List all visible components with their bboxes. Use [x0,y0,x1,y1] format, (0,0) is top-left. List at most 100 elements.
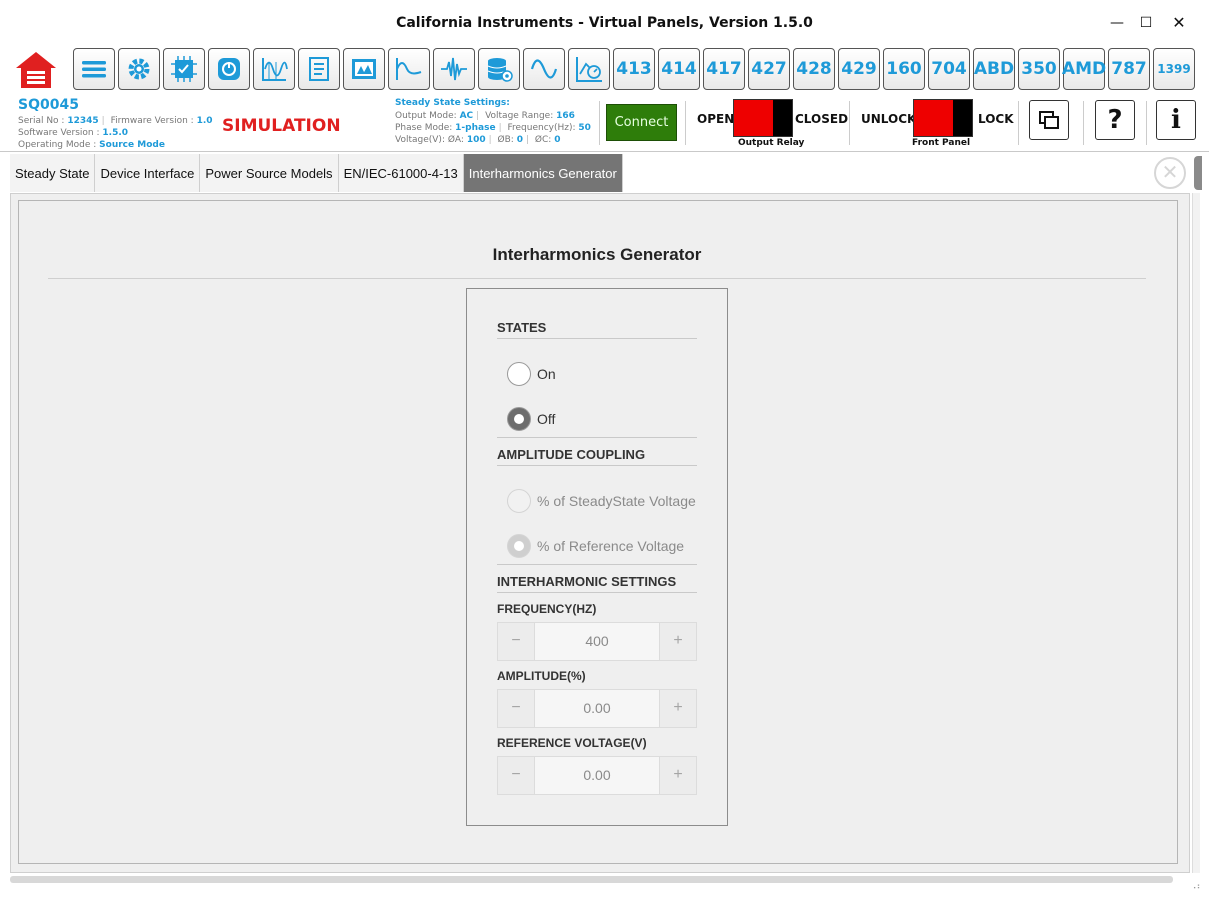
close-window-button[interactable]: ✕ [1166,12,1192,34]
connect-button[interactable]: Connect [606,104,677,141]
model-1399-button[interactable]: 1399 [1153,48,1195,90]
vertical-scrollbar[interactable] [1192,193,1200,873]
radio-circle[interactable] [507,489,531,513]
meter-icon[interactable] [568,48,610,90]
model-427-button[interactable]: 427 [748,48,790,90]
window-layout-button[interactable] [1029,100,1069,140]
reference-voltage-decrement-button[interactable]: − [498,757,534,794]
interharmonics-card: STATES On Off AMPLITUDE COUPLING % of St… [466,288,728,826]
divider [1018,101,1019,145]
reference-voltage-input[interactable]: 0.00 [534,757,660,794]
section-divider [497,437,697,438]
model-429-button[interactable]: 429 [838,48,880,90]
gear-icon[interactable] [118,48,160,90]
front-panel-toggle[interactable] [913,99,973,137]
voltage-label: Voltage(V): ØA: [395,135,464,145]
maximize-button[interactable]: ☐ [1133,12,1159,34]
steady-state-line-3: Voltage(V): ØA: 100 | ØB: 0 | ØC: 0 [395,135,561,145]
horizontal-scrollbar[interactable] [10,876,1173,883]
amplitude-input[interactable]: 0.00 [534,690,660,727]
coupling-steadystate-label: % of SteadyState Voltage [537,493,696,509]
model-704-button[interactable]: 704 [928,48,970,90]
tab-en-iec-61000-4-13[interactable]: EN/IEC-61000-4-13 [338,154,464,192]
home-icon[interactable] [14,50,58,90]
amplitude-stepper[interactable]: − 0.00 + [497,689,697,728]
relay-open-label: OPEN [697,112,735,126]
model-417-button[interactable]: 417 [703,48,745,90]
output-mode-label: Output Mode: [395,111,457,121]
device-id: SQ0045 [18,97,79,113]
tab-overflow-handle[interactable] [1194,156,1202,190]
model-787-button[interactable]: 787 [1108,48,1150,90]
tab-steady-state[interactable]: Steady State [10,154,96,192]
tab-device-interface[interactable]: Device Interface [95,154,201,192]
model-414-button[interactable]: 414 [658,48,700,90]
voltage-range-label: Voltage Range: [485,111,554,121]
output-relay-toggle[interactable] [733,99,793,137]
document-icon[interactable] [298,48,340,90]
database-icon[interactable] [478,48,520,90]
frequency-input[interactable]: 400 [534,623,660,660]
power-icon[interactable] [208,48,250,90]
state-on-radio[interactable]: On [507,362,556,386]
reference-voltage-stepper[interactable]: − 0.00 + [497,756,697,795]
image-panel-icon[interactable] [343,48,385,90]
tab-interharmonics-generator[interactable]: Interharmonics Generator [463,154,623,192]
steady-state-title: Steady State Settings: [395,98,510,108]
interharmonic-settings-heading: INTERHARMONIC SETTINGS [497,574,697,593]
reference-voltage-increment-button[interactable]: + [660,757,696,794]
chip-icon[interactable] [163,48,205,90]
divider [685,101,686,145]
mode-label: Operating Mode : [18,140,97,150]
minimize-button[interactable]: — [1104,12,1130,34]
relay-closed-label: CLOSED [795,112,849,126]
amplitude-coupling-heading: AMPLITUDE COUPLING [497,447,697,466]
frequency-stepper[interactable]: − 400 + [497,622,697,661]
steady-state-line-1: Output Mode: AC | Voltage Range: 166 [395,111,575,121]
sine-icon[interactable] [523,48,565,90]
model-413-button[interactable]: 413 [613,48,655,90]
tab-bar: Steady State Device Interface Power Sour… [10,154,623,192]
phase-mode-label: Phase Mode: [395,123,453,133]
menu-icon[interactable] [73,48,115,90]
front-panel-caption: Front Panel [912,138,971,148]
model-amd-button[interactable]: AMD [1062,48,1106,90]
resize-grip-icon[interactable]: ⠠⠆ [1190,882,1203,892]
firmware-label: Firmware Version : [110,116,194,126]
panel-unlock-label: UNLOCK [861,112,917,126]
state-off-label: Off [537,411,556,427]
frequency-increment-button[interactable]: + [660,623,696,660]
window-title: California Instruments - Virtual Panels,… [396,15,813,31]
mode-line: Operating Mode : Source Mode [18,140,165,150]
divider [599,101,600,145]
state-off-radio[interactable]: Off [507,407,555,431]
waveform-chart-icon[interactable] [253,48,295,90]
tab-power-source-models[interactable]: Power Source Models [200,154,339,192]
divider [1146,101,1147,145]
output-relay-caption: Output Relay [738,138,805,148]
amplitude-increment-button[interactable]: + [660,690,696,727]
model-350-button[interactable]: 350 [1018,48,1060,90]
frequency-decrement-button[interactable]: − [498,623,534,660]
amplitude-field-label: AMPLITUDE(%) [497,669,586,683]
info-button[interactable]: i [1156,100,1196,140]
firmware-value: 1.0 [196,116,213,126]
model-428-button[interactable]: 428 [793,48,835,90]
noise-icon[interactable] [433,48,475,90]
amplitude-decrement-button[interactable]: − [498,690,534,727]
coupling-reference-radio[interactable]: % of Reference Voltage [507,534,684,558]
coupling-steadystate-radio[interactable]: % of SteadyState Voltage [507,489,696,513]
serial-value: 12345 [67,116,99,126]
wave-pulse-icon[interactable] [388,48,430,90]
radio-circle[interactable] [507,362,531,386]
model-160-button[interactable]: 160 [883,48,925,90]
divider [1083,101,1084,145]
help-button[interactable]: ? [1095,100,1135,140]
radio-circle-selected[interactable] [507,407,531,431]
radio-circle-selected[interactable] [507,534,531,558]
model-abd-button[interactable]: ABD [973,48,1015,90]
status-strip: SQ0045 Serial No : 12345 | Firmware Versi… [0,94,1209,152]
close-tab-icon[interactable]: ✕ [1154,157,1186,189]
window-layout-icon [1039,111,1059,129]
serial-firmware-line: Serial No : 12345 | Firmware Version : 1.… [18,116,213,126]
